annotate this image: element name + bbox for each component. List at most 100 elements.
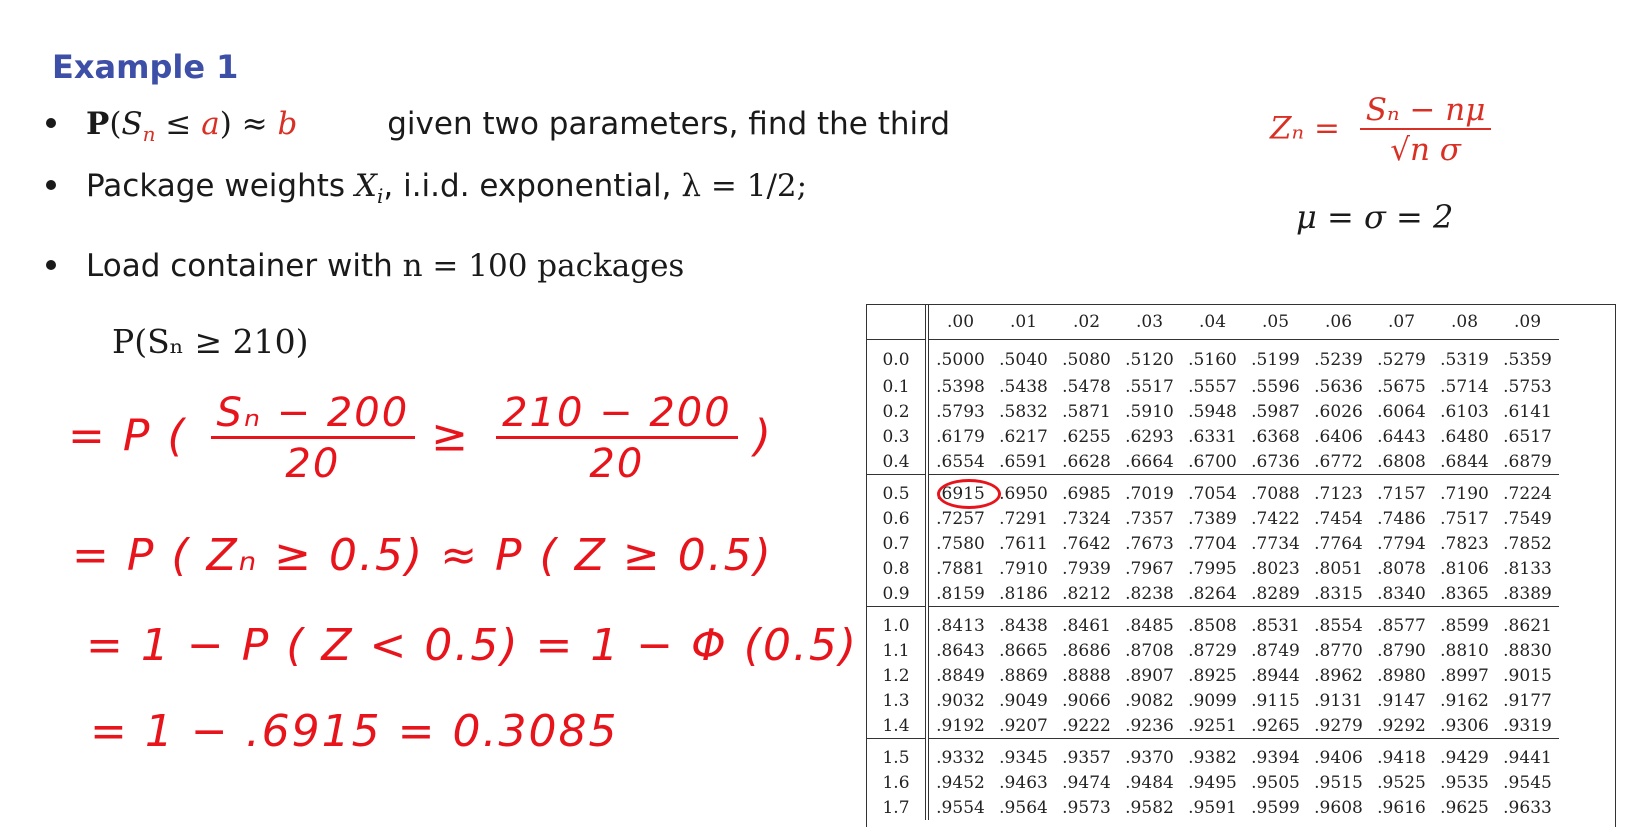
z-table-cell: .9525 [1377,772,1426,793]
z-table-cell: .5596 [1251,376,1300,397]
z-table-row: 0.2 .5793 .5832 .5871 .5910 .5948 .5987 .6026 .6… [867,399,1559,424]
z-table-cell: .8289 [1251,583,1300,604]
z-table-cell: .7967 [1125,558,1174,579]
z-table-cell: .6443 [1377,426,1426,447]
z-table-cell: .6064 [1377,401,1426,422]
z-table-cell: .5636 [1314,376,1363,397]
z-table-cell: .7454 [1314,508,1363,529]
z-table-col-header: .01 [992,305,1055,340]
z-table-cell: .9452 [936,772,985,793]
z-table-cell: .5279 [1377,350,1426,370]
bullet-dot [46,179,56,190]
z-table-cell: .7422 [1251,508,1300,529]
z-table-cell: .8438 [992,606,1055,638]
z-table-cell: .9345 [992,738,1055,770]
z-table-cell: .9599 [1251,797,1300,818]
highlight-circle [937,479,1001,509]
z-table-cell: .9441 [1496,738,1559,770]
z-table-cell: .9115 [1251,690,1300,711]
z-table-cell: .6141 [1503,401,1552,422]
z-table-cell: .6628 [1062,451,1111,472]
mu-sigma: μ = σ = 2 [1296,198,1454,236]
z-table-cell: .5517 [1125,376,1174,397]
z-table-col-header: .08 [1433,305,1496,340]
z-table-row-header: 0.2 [867,399,929,424]
z-table-header-row: .00.01.02.03.04.05.06.07.08.09 [867,305,1559,340]
z-table-cell: .9474 [1062,772,1111,793]
z-table-cell: .8577 [1370,606,1433,638]
bullet-dot [46,259,56,270]
bullet-2-lambda: λ = 1/2; [681,168,808,204]
z-table: .00.01.02.03.04.05.06.07.08.09 0.0 .5000.… [866,304,1616,827]
bullet-3-text: Load container with [86,248,393,284]
z-table-cell: .9306 [1440,715,1489,736]
z-table-row-header: 1.4 [867,713,929,739]
z-table-cell: .6517 [1503,426,1552,447]
z-formula: Zₙ = Sₙ − nμ √n σ [1270,92,1492,168]
z-table-row: 0.8 .7881 .7910 .7939 .7967 .7995 .8023 .8051 .8… [867,556,1559,581]
z-table-cell: .8686 [1062,640,1111,661]
slide-title: Example 1 [52,48,239,86]
bullet-dot [46,117,56,128]
z-table-row-header: 1.0 [867,606,929,638]
z-table-cell: .9131 [1314,690,1363,711]
z-table-cell: .9616 [1377,797,1426,818]
z-table-row-header: 1.5 [867,738,929,770]
z-table-cell: .9099 [1188,690,1237,711]
z-table-cell: .7642 [1062,533,1111,554]
z-table-cell: .7852 [1503,533,1552,554]
z-table-row: 1.2 .8849 .8869 .8888 .8907 .8925 .8944 .8962 .8… [867,663,1559,688]
bullet-1: P(Sn ≤ a) ≈ b given two parameters, find… [46,106,950,146]
z-table-cell: .9319 [1503,715,1552,736]
z-table-cell: .5557 [1188,376,1237,397]
z-table-row: 0.7 .7580 .7611 .7642 .7673 .7704 .7734 .7764 .7… [867,531,1559,556]
z-table-cell: .6368 [1251,426,1300,447]
z-table-cell: .5160 [1188,350,1237,370]
z-table-cell: .6293 [1125,426,1174,447]
hw-fraction-1-num: Sₙ − 200 [210,390,416,439]
z-table-cell: .8186 [999,583,1048,604]
z-table-grid: .00.01.02.03.04.05.06.07.08.09 0.0 .5000.… [867,305,1559,820]
z-table-cell: .9370 [1118,738,1181,770]
z-table-cell: .9207 [999,715,1048,736]
z-table-cell: .6772 [1314,451,1363,472]
z-table-cell: .8365 [1440,583,1489,604]
z-table-cell: .7054 [1181,474,1244,506]
z-table-cell: .9633 [1503,797,1552,818]
z-table-cell: .6406 [1314,426,1363,447]
z-table-cell: .7734 [1251,533,1300,554]
hw-fraction-2: 210 − 200 20 [496,390,738,487]
z-table-col-header: .02 [1055,305,1118,340]
z-table-cell: .8790 [1377,640,1426,661]
z-table-cell: .9279 [1314,715,1363,736]
z-table-cell: .9625 [1440,797,1489,818]
z-table-cell: .8212 [1062,583,1111,604]
z-table-row-header: 0.9 [867,581,929,607]
z-table-cell: .7389 [1188,508,1237,529]
z-table-cell: .8106 [1440,558,1489,579]
z-table-cell: .7764 [1314,533,1363,554]
z-table-cell: .9515 [1314,772,1363,793]
z-table-cell: .7823 [1440,533,1489,554]
z-table-col-header: .04 [1181,305,1244,340]
z-table-cell: .5398 [936,376,985,397]
z-table-row-header: 1.7 [867,795,929,820]
z-table-row: 1.6 .9452 .9463 .9474 .9484 .9495 .9505 .9515 .9… [867,770,1559,795]
z-table-cell: .8925 [1188,665,1237,686]
hw-line1-close: ) [753,410,773,462]
z-table-cell: .8051 [1314,558,1363,579]
z-table-cell: .6808 [1377,451,1426,472]
z-table-cell: .7673 [1125,533,1174,554]
z-table-cell: .9082 [1125,690,1174,711]
z-table-cell: .7704 [1188,533,1237,554]
z-table-cell: .8621 [1496,606,1559,638]
z-table-cell: .9582 [1125,797,1174,818]
z-table-cell: .5359 [1503,350,1552,370]
z-table-row-header: 1.1 [867,638,929,663]
hw-fraction-2-num: 210 − 200 [496,390,738,439]
z-table-cell: .9554 [936,797,985,818]
z-table-cell: .8980 [1377,665,1426,686]
z-table-cell: .8849 [936,665,985,686]
z-table-cell: .6255 [1062,426,1111,447]
z-table-cell: .5000 [936,350,985,370]
